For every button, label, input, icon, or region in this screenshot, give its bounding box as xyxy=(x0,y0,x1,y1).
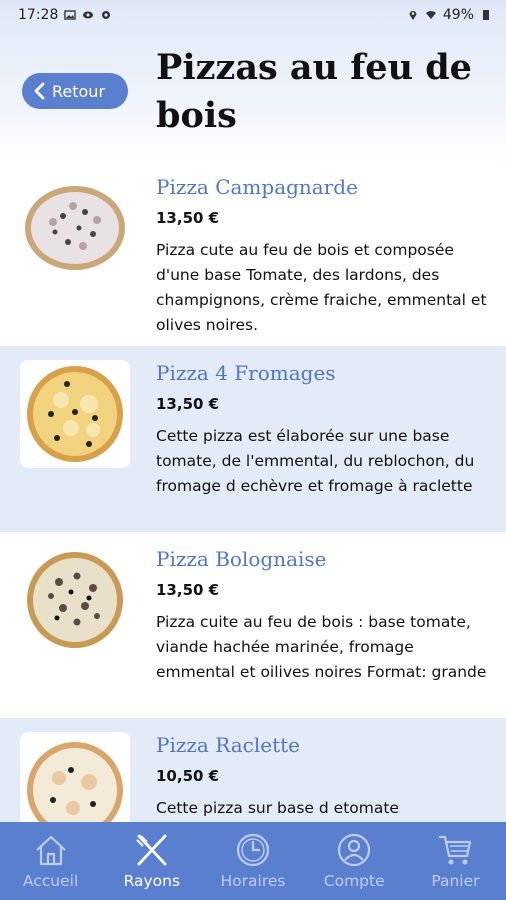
cart-icon xyxy=(439,835,472,865)
product-name: Pizza Bolognaise xyxy=(156,547,327,571)
product-name: Pizza Campagnarde xyxy=(156,175,358,199)
product-price: 10,50 € xyxy=(156,767,220,785)
product-description: Cette pizza sur base d etomate xyxy=(156,799,399,817)
product-item[interactable]: Pizza Bolognaise 13,50 € Pizza cuite au … xyxy=(0,532,506,718)
product-item[interactable]: Pizza Raclette 10,50 € Cette pizza sur b… xyxy=(0,718,506,822)
utensils-icon xyxy=(136,834,167,866)
tab-rayons[interactable]: Rayons xyxy=(101,822,202,900)
status-bar: 17:28 49% xyxy=(0,0,506,30)
back-button-label: Retour xyxy=(52,81,106,101)
product-description: Pizza cute au feu de bois et composée d'… xyxy=(156,241,487,334)
product-name: Pizza Raclette xyxy=(156,733,300,757)
product-list[interactable]: Pizza Campagnarde 13,50 € Pizza cute au … xyxy=(0,160,506,822)
product-image xyxy=(20,732,130,822)
battery-percent: 49% xyxy=(442,7,474,23)
tab-horaires[interactable]: Horaires xyxy=(202,822,303,900)
tab-panier[interactable]: Panier xyxy=(405,822,506,900)
tab-label: Accueil xyxy=(22,872,79,890)
clock-icon xyxy=(236,833,270,867)
chevron-left-icon xyxy=(34,82,45,100)
status-time: 17:28 xyxy=(18,7,59,23)
user-icon xyxy=(338,833,371,867)
product-description: Cette pizza est élaborée sur une base to… xyxy=(156,427,475,495)
tab-label: Compte xyxy=(323,872,385,890)
home-icon xyxy=(35,835,66,866)
gallery-icon xyxy=(64,10,77,20)
product-item[interactable]: Pizza 4 Fromages 13,50 € Cette pizza est… xyxy=(0,346,506,532)
eye-icon xyxy=(83,11,94,19)
tab-accueil[interactable]: Accueil xyxy=(0,822,101,900)
product-image xyxy=(20,360,130,468)
header: Retour Pizzas au feu de bois xyxy=(0,30,506,156)
tab-label: Panier xyxy=(431,872,480,890)
location-icon xyxy=(409,11,417,20)
battery-icon xyxy=(483,10,489,20)
back-button[interactable]: Retour xyxy=(22,73,128,109)
tab-label: Horaires xyxy=(220,872,286,890)
product-name: Pizza 4 Fromages xyxy=(156,361,336,385)
product-price: 13,50 € xyxy=(156,395,220,413)
gear-icon xyxy=(102,11,111,19)
product-item[interactable]: Pizza Campagnarde 13,50 € Pizza cute au … xyxy=(0,160,506,346)
page-title: Pizzas au feu de bois xyxy=(156,47,472,136)
product-image xyxy=(20,546,130,654)
tab-label: Rayons xyxy=(123,872,181,890)
product-image xyxy=(20,174,130,282)
product-price: 13,50 € xyxy=(156,581,220,599)
product-description: Pizza cuite au feu de bois : base tomate… xyxy=(156,613,487,681)
tab-compte[interactable]: Compte xyxy=(304,822,405,900)
bottom-tab-bar: Accueil Rayons Horaires Compte Panier xyxy=(0,822,506,900)
product-price: 13,50 € xyxy=(156,209,220,227)
wifi-icon xyxy=(425,11,436,19)
